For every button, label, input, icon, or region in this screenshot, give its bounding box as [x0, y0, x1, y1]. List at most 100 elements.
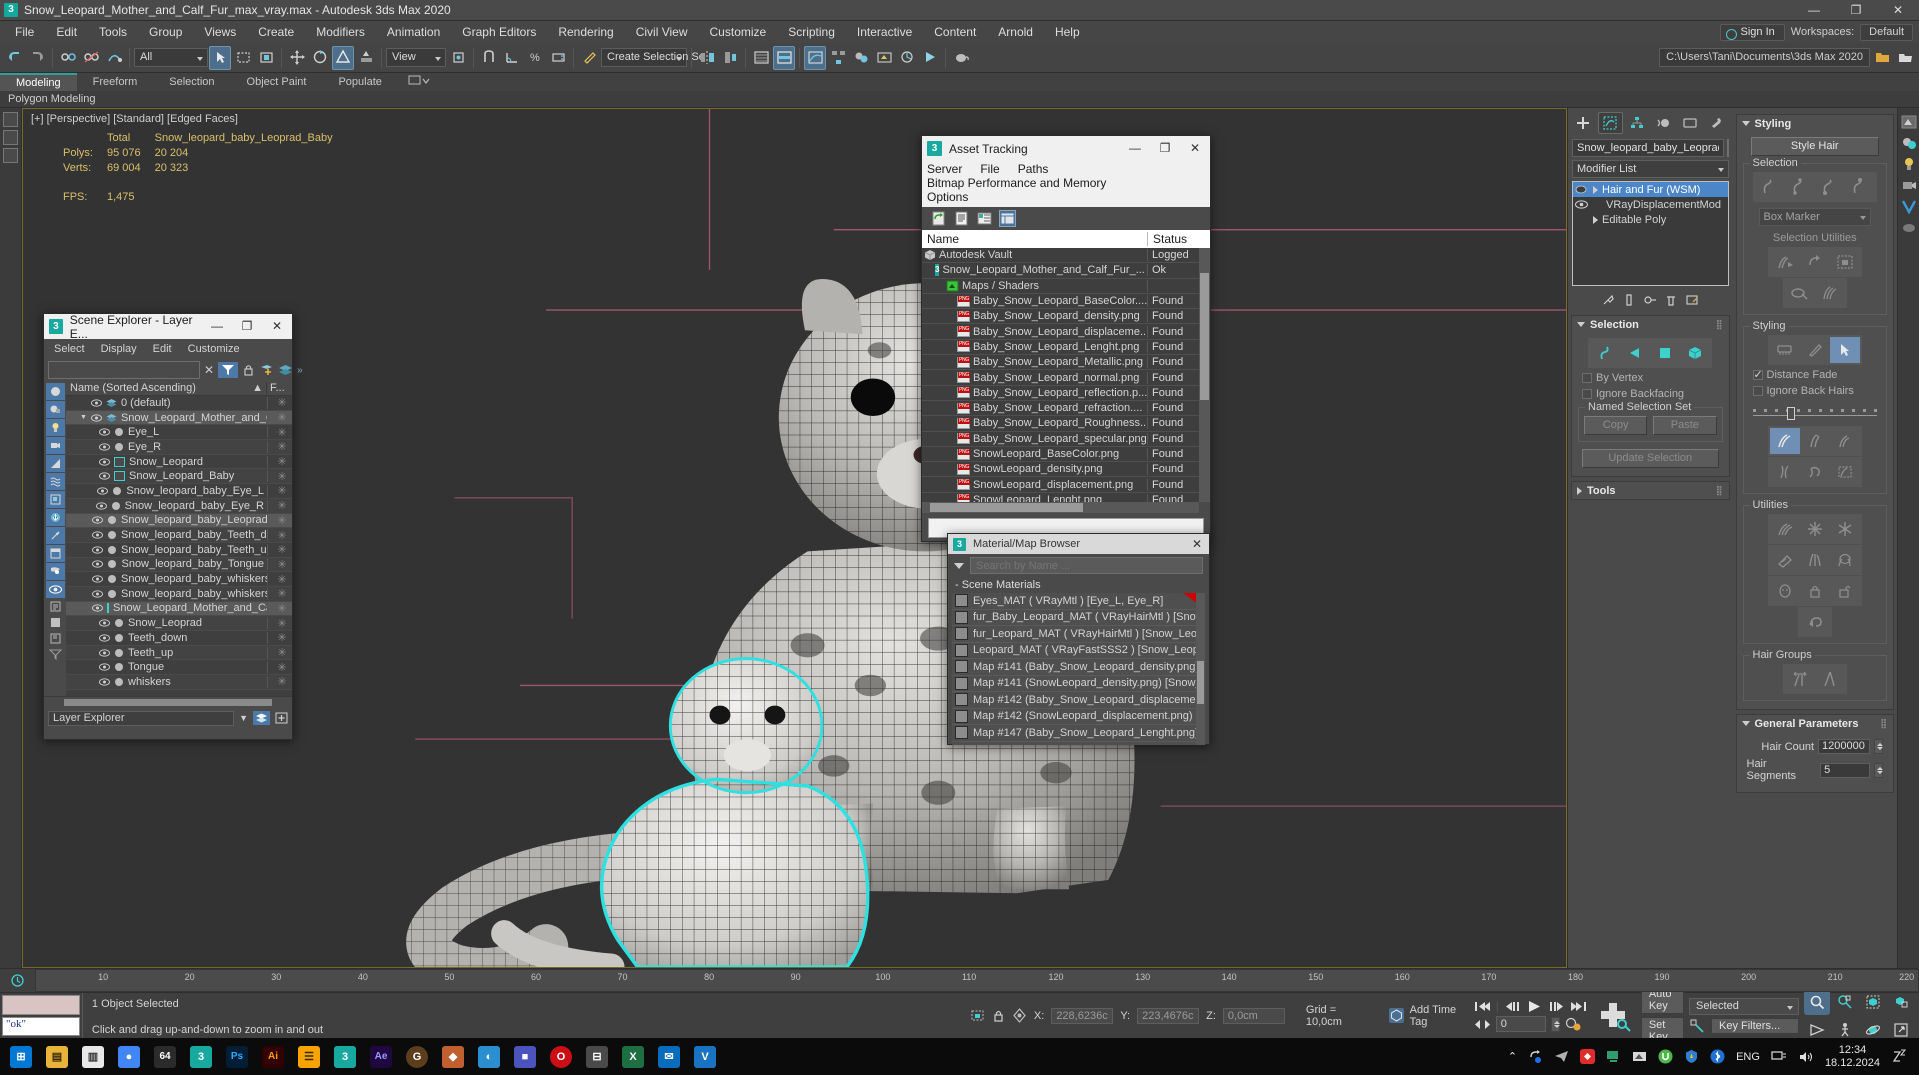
filter-shapes-icon[interactable] — [45, 545, 65, 562]
eye-icon[interactable] — [92, 575, 103, 583]
hair-select-none-icon[interactable] — [1785, 280, 1815, 306]
undo-icon[interactable] — [3, 46, 25, 70]
box-marker-dropdown[interactable]: Box Marker — [1758, 208, 1871, 226]
material-browser-row[interactable]: Leopard_MAT ( VRayFastSSS2 ) [Snow_Leopr… — [952, 643, 1205, 659]
eye-icon[interactable] — [92, 604, 103, 613]
menu-edit[interactable]: Edit — [45, 21, 88, 43]
taskbar-keyshot-icon[interactable]: ◐ — [472, 1040, 506, 1073]
asset-tracking-close[interactable]: ✕ — [1180, 136, 1210, 161]
scene-explorer-row[interactable]: Snow_Leopard_Baby ✳ — [66, 469, 292, 485]
expand-arrow-icon-tools[interactable] — [1577, 486, 1582, 495]
hair-count-spinner[interactable] — [1874, 739, 1883, 754]
tray-volume-icon[interactable] — [1798, 1050, 1814, 1064]
rail-icon-cloud[interactable] — [1901, 219, 1917, 235]
light-bulb-icon[interactable] — [1575, 184, 1589, 195]
bind-space-warp-icon[interactable] — [103, 46, 125, 70]
asset-tracking-row[interactable]: Autodesk Vault Logged — [922, 248, 1210, 264]
menu-animation[interactable]: Animation — [376, 21, 451, 43]
modifier-stack-item-hair-and-fur[interactable]: Hair and Fur (WSM) — [1573, 182, 1728, 197]
filter-lights-icon[interactable] — [45, 419, 65, 436]
strip-icon-1[interactable] — [3, 112, 18, 127]
asset-tracking-hscrollbar[interactable] — [922, 502, 1199, 513]
zoom-extents-icon[interactable] — [1860, 989, 1886, 1015]
asset-tracking-row[interactable]: Baby_Snow_Leopard_normal.pngFound — [922, 370, 1210, 386]
filter-spacewarps-icon[interactable] — [45, 473, 65, 490]
hair-head-icon[interactable] — [1770, 578, 1800, 604]
strip-icon-2[interactable] — [3, 130, 18, 145]
footer-dropdown-icon[interactable]: ▼ — [239, 713, 248, 723]
teapot-preview-icon[interactable] — [950, 46, 972, 70]
taskbar-substance-icon[interactable]: ◆ — [436, 1040, 470, 1073]
at-column-name[interactable]: Name — [922, 232, 1148, 246]
eye-icon[interactable] — [90, 413, 102, 422]
scene-explorer-row[interactable]: Eye_R ✳ — [66, 440, 292, 455]
scene-explorer-hscroll[interactable] — [44, 696, 292, 709]
menu-rendering[interactable]: Rendering — [547, 21, 624, 43]
expand-arrow-icon[interactable] — [1593, 185, 1598, 194]
remove-modifier-icon[interactable] — [1664, 293, 1678, 307]
spinner-snap-icon[interactable] — [547, 46, 569, 70]
freeze-toggle-icon[interactable]: ✳ — [268, 602, 292, 615]
select-region-icon[interactable] — [232, 46, 254, 70]
scene-explorer-row[interactable]: Snow_Leopard ✳ — [66, 454, 292, 470]
asset-tracking-row[interactable]: Baby_Snow_Leopard_refraction....Found — [922, 401, 1210, 417]
at-menu-paths[interactable]: Paths — [1018, 162, 1049, 176]
material-browser-list[interactable]: Eyes_MAT ( VRayMtl ) [Eye_L, Eye_R] fur_B… — [952, 593, 1205, 745]
collapse-arrow-icon-genparams[interactable] — [1741, 721, 1750, 726]
advanced-filter-icon[interactable] — [46, 647, 65, 662]
scene-explorer-row[interactable]: Snow_leopard_baby_Leoprad_Baby✳ — [66, 513, 292, 529]
pin-stack-icon[interactable] — [1601, 293, 1615, 307]
render-production-icon[interactable] — [919, 46, 941, 70]
expand-arrow-icon[interactable]: ▼ — [80, 414, 87, 421]
eye-icon[interactable] — [92, 531, 103, 539]
scene-explorer-window[interactable]: 3 Scene Explorer - Layer E... — ❐ ✕ Sele… — [43, 313, 303, 740]
tray-record-icon[interactable] — [1580, 1049, 1596, 1064]
taskbar-photoshop-icon[interactable]: Ps — [220, 1040, 254, 1073]
hair-rotate-selection-icon[interactable] — [1800, 249, 1830, 275]
freeze-toggle-icon[interactable]: ✳ — [268, 646, 292, 659]
asset-tracking-row[interactable]: Maps / Shaders — [922, 279, 1210, 294]
taskbar-gimp-icon[interactable]: G — [400, 1040, 434, 1073]
freeze-toggle-icon[interactable]: ✳ — [268, 426, 292, 439]
motion-tab-icon[interactable] — [1651, 112, 1676, 134]
material-browser-titlebar[interactable]: 3 Material/Map Browser ✕ — [948, 534, 1209, 554]
tray-chevron-icon[interactable]: ⌃ — [1508, 1050, 1517, 1063]
ignore-back-hairs-row[interactable]: Ignore Back Hairs — [1752, 385, 1882, 397]
at-refresh-icon[interactable] — [930, 210, 947, 227]
guides-subobject-icon[interactable] — [1590, 340, 1620, 366]
eye-icon[interactable] — [92, 560, 104, 569]
ribbon-tab-selection[interactable]: Selection — [153, 73, 230, 91]
align-icon[interactable] — [719, 46, 741, 70]
utilities-tab-icon[interactable] — [1705, 112, 1730, 134]
project-path-field[interactable]: C:\Users\Tani\Documents\3ds Max 2020 — [1659, 48, 1870, 67]
timeline-track[interactable]: 10 20 30 40 50 60 70 80 90 100 110 120 1… — [35, 969, 1919, 992]
hair-select-all-icon[interactable] — [1815, 280, 1845, 306]
rail-icon-vray[interactable] — [1901, 198, 1917, 214]
column-header-frozen[interactable]: F... — [266, 382, 292, 394]
selection-filter-dropdown[interactable]: All — [134, 48, 208, 67]
layer-stack-icon[interactable] — [278, 363, 293, 377]
scene-explorer-menu-customize[interactable]: Customize — [188, 343, 240, 355]
at-column-status[interactable]: Status — [1148, 232, 1210, 246]
scene-explorer-row[interactable]: Snow_leopard_baby_whiskers_low✳ — [66, 586, 292, 602]
hair-curl-icon[interactable] — [1800, 459, 1830, 485]
rail-icon-light[interactable] — [1901, 156, 1917, 172]
hair-clump-icon[interactable] — [1770, 459, 1800, 485]
at-menu-file[interactable]: File — [980, 162, 999, 176]
scene-explorer-row[interactable]: 0 (default) ✳ — [66, 396, 292, 411]
lock-selection-icon[interactable] — [242, 363, 255, 377]
close-button[interactable]: ✕ — [1877, 0, 1919, 21]
vertex-subobject-icon[interactable] — [1620, 340, 1650, 366]
asset-tracking-window[interactable]: 3 Asset Tracking — ❐ ✕ Server File Paths… — [921, 135, 1211, 542]
menu-help[interactable]: Help — [1044, 21, 1091, 43]
hair-grow-icon[interactable] — [1800, 547, 1830, 573]
show-end-result-icon[interactable] — [1622, 293, 1636, 307]
taskbar-vray-icon[interactable]: V — [688, 1040, 722, 1073]
pivot-center-icon[interactable] — [447, 46, 469, 70]
material-browser-row[interactable]: Map #141 (Baby_Snow_Leopard_density.png)… — [952, 659, 1205, 676]
select-and-move-icon[interactable] — [286, 46, 308, 70]
taskbar-notepad-icon[interactable]: ▥ — [76, 1040, 110, 1073]
taskbar-illustrator-icon[interactable]: Ai — [256, 1040, 290, 1073]
set-key-mode-icon[interactable] — [1689, 1018, 1705, 1034]
hair-segments-spinner[interactable] — [1874, 762, 1883, 778]
